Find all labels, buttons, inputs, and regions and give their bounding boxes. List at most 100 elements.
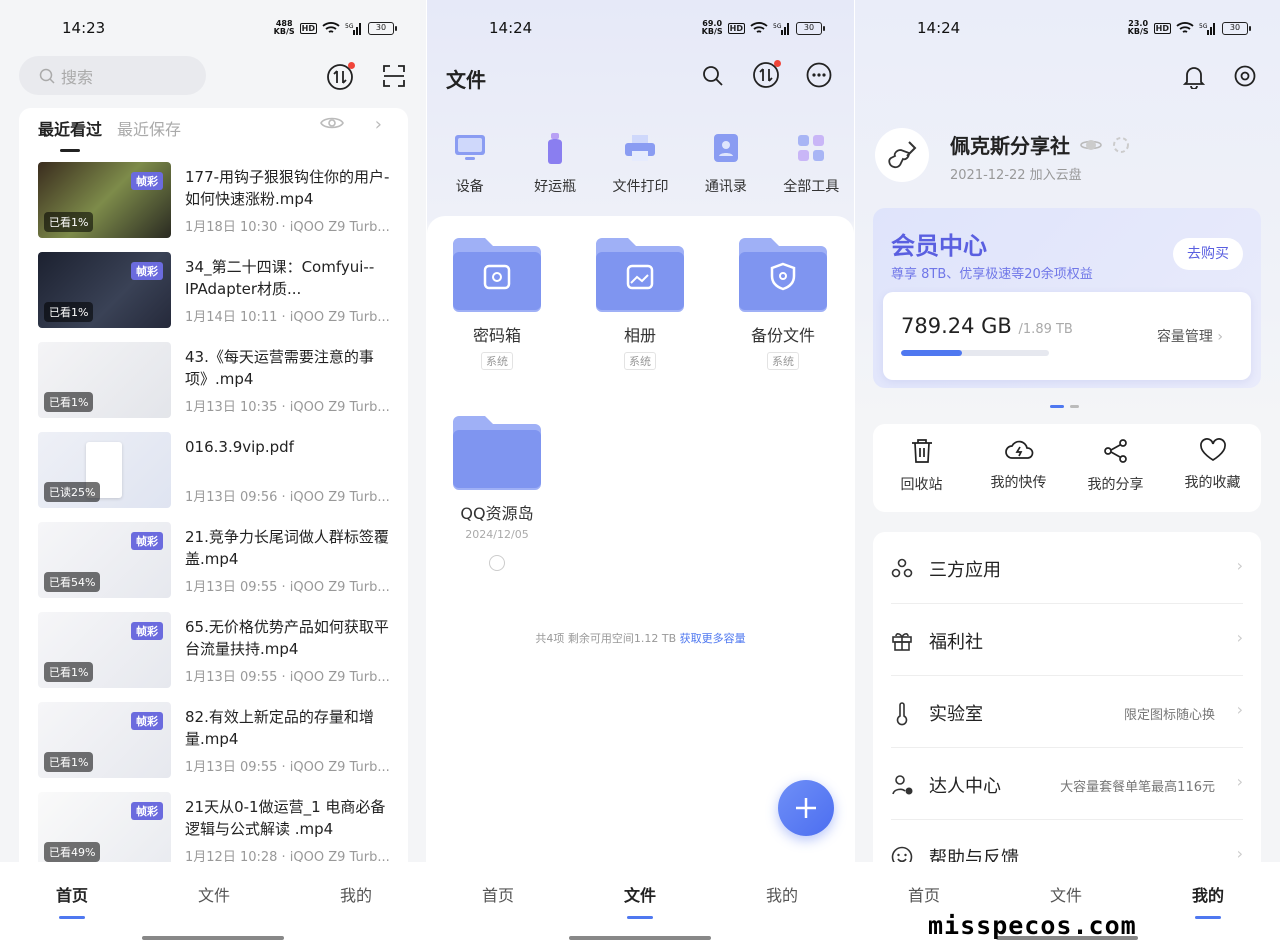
quick-fast-transfer[interactable]: 我的快传 (970, 424, 1067, 512)
list-item[interactable]: 帧彩 已看1% 65.无价格优势产品如何获取平台流量扶持.mp4 1月13日 0… (19, 610, 408, 700)
nav-files[interactable]: 文件 (600, 882, 680, 919)
tool-device[interactable]: 设备 (427, 130, 512, 196)
list-item[interactable]: 已看1% 43.《每天运营需要注意的事项》.mp4 1月13日 10:35 · … (19, 340, 408, 430)
quick-favorites[interactable]: 我的收藏 (1164, 424, 1261, 512)
storage-total: /1.89 TB (1018, 322, 1073, 337)
folder-qq[interactable]: QQ资源岛 2024/12/05 (437, 414, 557, 571)
folder-tag: 系统 (624, 352, 656, 370)
folder-name: 备份文件 (750, 326, 815, 345)
menu-lab[interactable]: 实验室 限定图标随心换 › (891, 676, 1243, 748)
menu-welfare[interactable]: 福利社 › (891, 604, 1243, 676)
scan-button[interactable] (380, 62, 408, 90)
select-radio[interactable] (489, 555, 505, 571)
wifi-icon (1176, 22, 1194, 33)
home-indicator (569, 936, 711, 940)
tool-contacts[interactable]: 通讯录 (683, 130, 768, 196)
menu-third-party-apps[interactable]: 三方应用 › (891, 532, 1243, 604)
more-capacity-link[interactable]: 获取更多容量 (680, 632, 746, 645)
eye-icon[interactable] (320, 114, 344, 132)
more-button[interactable] (805, 61, 833, 89)
frame-badge: 帧彩 (131, 622, 163, 640)
list-item[interactable]: 帧彩 已看1% 82.有效上新定品的存量和增量.mp4 1月13日 09:55 … (19, 700, 408, 790)
bottom-nav: 首页 文件 我的 (0, 862, 426, 948)
nav-home[interactable]: 首页 (458, 882, 538, 906)
nav-files[interactable]: 文件 (174, 882, 254, 906)
settings-button[interactable] (1232, 63, 1258, 89)
item-title: 177-用钩子狠狠钩住你的用户-如何快速涨粉.mp4 (185, 168, 390, 208)
nav-mine[interactable]: 我的 (1168, 882, 1248, 919)
svg-text:5G: 5G (345, 23, 354, 30)
net-speed: 69.0 KB/S (701, 19, 723, 36)
tool-lucky-bottle[interactable]: 好运瓶 (512, 130, 597, 196)
frame-badge: 帧彩 (131, 172, 163, 190)
battery-icon: 30 (1222, 21, 1251, 35)
item-meta: 1月13日 09:55 · iQOO Z9 Turb... (185, 580, 390, 595)
tool-label: 全部工具 (783, 179, 840, 195)
transfer-button[interactable] (751, 60, 781, 90)
hd-icon: HD (727, 22, 745, 34)
list-item[interactable]: 帧彩 已看1% 34_第二十四课：Comfyui--IPAdapter材质...… (19, 250, 408, 340)
nav-mine[interactable]: 我的 (742, 882, 822, 906)
watch-progress: 已看1% (44, 302, 94, 322)
folder-vault[interactable]: 密码箱 系统 (437, 236, 557, 370)
avatar[interactable] (875, 128, 929, 182)
folder-name: 相册 (623, 326, 656, 345)
vip-title: 会员中心 (891, 232, 987, 260)
chevron-right-icon: › (1236, 628, 1243, 647)
watch-progress: 已看1% (44, 662, 94, 682)
quick-recycle-bin[interactable]: 回收站 (873, 424, 970, 512)
thumbnail: 帧彩 已看1% (38, 702, 171, 778)
tab-recent-viewed[interactable]: 最近看过 (38, 116, 102, 152)
item-title: 65.无价格优势产品如何获取平台流量扶持.mp4 (185, 618, 389, 658)
item-title: 43.《每天运营需要注意的事项》.mp4 (185, 348, 374, 388)
folder-icon (453, 238, 541, 312)
search-input[interactable]: 搜索 (19, 56, 206, 95)
nav-home[interactable]: 首页 (884, 882, 964, 906)
transfer-button[interactable] (325, 62, 355, 92)
planet-icon (1080, 139, 1102, 150)
chevron-right-icon[interactable]: › (375, 114, 382, 135)
thumbnail: 帧彩 已看1% (38, 612, 171, 688)
read-progress: 已读25% (44, 482, 101, 502)
tool-print[interactable]: 文件打印 (598, 130, 683, 196)
folder-tag: 系统 (767, 352, 799, 370)
list-item[interactable]: 已读25% 016.3.9vip.pdf 1月13日 09:56 · iQOO … (19, 430, 408, 520)
bottom-nav: 首页 文件 我的 misspecos.com (855, 862, 1280, 948)
watch-progress: 已看1% (44, 752, 94, 772)
folder-name: QQ资源岛 (460, 504, 534, 523)
bell-icon (1183, 67, 1205, 89)
folder-icon (453, 416, 541, 490)
net-speed: 488 KB/S (273, 19, 295, 36)
tab-recent-saved[interactable]: 最近保存 (117, 116, 181, 140)
item-meta: 1月13日 09:55 · iQOO Z9 Turb... (185, 760, 390, 775)
tool-bar: 设备 好运瓶 文件打印 通讯录 全部工具 (427, 130, 854, 196)
nav-mine[interactable]: 我的 (316, 882, 396, 906)
add-button[interactable] (778, 780, 834, 836)
nav-home[interactable]: 首页 (32, 882, 112, 919)
folder-backup[interactable]: 备份文件 系统 (723, 236, 843, 370)
list-item[interactable]: 帧彩 已看1% 177-用钩子狠狠钩住你的用户-如何快速涨粉.mp4 1月18日… (19, 160, 408, 250)
chevron-right-icon: › (1236, 556, 1243, 575)
vip-subtitle: 尊享 8TB、优享极速等20余项权益 (891, 267, 1093, 282)
chevron-right-icon: › (1236, 772, 1243, 791)
folder-album[interactable]: 相册 系统 (580, 236, 700, 370)
share-icon (1103, 439, 1127, 463)
buy-button[interactable]: 去购买 (1173, 238, 1243, 270)
tool-all[interactable]: 全部工具 (769, 130, 854, 196)
search-button[interactable] (699, 62, 727, 90)
storage-card[interactable]: 789.24 GB /1.89 TB 容量管理 › (883, 292, 1251, 380)
quick-my-share[interactable]: 我的分享 (1067, 424, 1164, 512)
item-meta: 1月18日 10:30 · iQOO Z9 Turb... (185, 220, 390, 235)
capacity-manage-link[interactable]: 容量管理 › (1157, 326, 1223, 346)
storage-info: 共4项 剩余可用空间1.12 TB 获取更多容量 (535, 632, 746, 645)
net-speed: 23.0 KB/S (1127, 19, 1149, 36)
home-indicator (142, 936, 284, 940)
watch-progress: 已看1% (44, 212, 94, 232)
notification-button[interactable] (1181, 64, 1207, 90)
folder-tag: 系统 (481, 352, 513, 370)
list-item[interactable]: 帧彩 已看54% 21.竞争力长尾词做人群标签覆盖.mp4 1月13日 09:5… (19, 520, 408, 610)
page-title: 文件 (446, 68, 486, 92)
vip-card[interactable]: 会员中心 尊享 8TB、优享极速等20余项权益 去购买 789.24 GB /1… (873, 208, 1261, 388)
nav-files[interactable]: 文件 (1026, 882, 1106, 906)
menu-expert-center[interactable]: 达人中心 大容量套餐单笔最高116元 › (891, 748, 1243, 820)
